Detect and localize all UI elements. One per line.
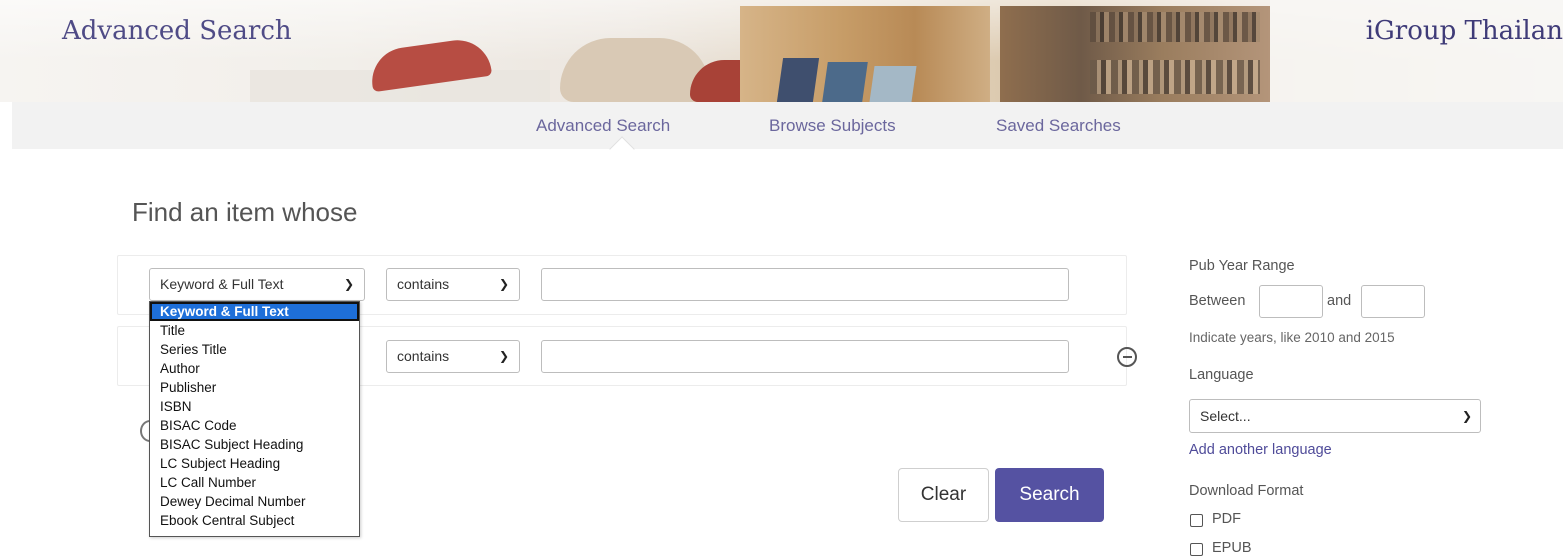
dropdown-option[interactable]: Publisher (150, 378, 359, 397)
page-title: Advanced Search (62, 16, 292, 46)
banner-books-image (1090, 60, 1260, 94)
dropdown-option[interactable]: BISAC Subject Heading (150, 435, 359, 454)
chevron-down-icon: ❯ (498, 277, 509, 291)
pdf-checkbox[interactable] (1190, 514, 1203, 527)
banner-magazine-image (869, 66, 917, 102)
operator-select[interactable]: contains ❯ (386, 268, 520, 301)
epub-checkbox[interactable] (1190, 543, 1203, 556)
chevron-down-icon: ❯ (498, 349, 509, 363)
field-select[interactable]: Keyword & Full Text ❯ (149, 268, 365, 301)
between-label: Between (1189, 293, 1246, 309)
operator-select-value: contains (397, 348, 450, 364)
language-select[interactable]: Select... ❯ (1189, 399, 1481, 433)
dropdown-option[interactable]: Ebook Central Subject (150, 511, 359, 530)
year-hint: Indicate years, like 2010 and 2015 (1189, 330, 1395, 345)
banner-books-image (1090, 12, 1260, 42)
download-format-label: Download Format (1189, 483, 1304, 499)
dropdown-option[interactable]: LC Call Number (150, 473, 359, 492)
language-label: Language (1189, 367, 1254, 383)
institution-name: iGroup Thailan (1365, 16, 1563, 46)
search-term-input[interactable] (541, 340, 1069, 373)
epub-label: EPUB (1212, 540, 1252, 556)
dropdown-option[interactable]: Author (150, 359, 359, 378)
dropdown-option[interactable]: Keyword & Full Text (150, 302, 359, 321)
chevron-down-icon: ❯ (343, 277, 354, 291)
dropdown-option[interactable]: BISAC Code (150, 416, 359, 435)
active-tab-indicator (609, 136, 635, 162)
search-term-input[interactable] (541, 268, 1069, 301)
chevron-down-icon: ❯ (1461, 409, 1472, 423)
operator-select-value: contains (397, 276, 450, 292)
year-from-input[interactable] (1259, 285, 1323, 318)
search-heading: Find an item whose (132, 197, 358, 227)
add-language-link[interactable]: Add another language (1189, 442, 1332, 458)
pub-year-label: Pub Year Range (1189, 258, 1295, 274)
and-label: and (1327, 293, 1352, 309)
dropdown-option[interactable]: LC Subject Heading (150, 454, 359, 473)
banner-shelf-image (740, 6, 990, 102)
language-select-value: Select... (1200, 408, 1251, 424)
tab-saved-searches[interactable]: Saved Searches (996, 116, 1121, 136)
field-select-value: Keyword & Full Text (160, 276, 284, 292)
operator-select[interactable]: contains ❯ (386, 340, 520, 373)
search-button[interactable]: Search (995, 468, 1104, 522)
banner-chair-image (560, 38, 710, 102)
tab-advanced-search[interactable]: Advanced Search (536, 116, 670, 136)
tab-browse-subjects[interactable]: Browse Subjects (769, 116, 896, 136)
banner-magazine-image (776, 58, 820, 102)
banner-magazine-image (822, 62, 868, 102)
year-to-input[interactable] (1361, 285, 1425, 318)
dropdown-option[interactable]: Title (150, 321, 359, 340)
clear-button[interactable]: Clear (898, 468, 989, 522)
nav-bar: Advanced Search Browse Subjects Saved Se… (12, 102, 1563, 162)
dropdown-option[interactable]: Dewey Decimal Number (150, 492, 359, 511)
dropdown-option[interactable]: Series Title (150, 340, 359, 359)
field-dropdown-list[interactable]: Keyword & Full Text Title Series Title A… (149, 301, 360, 537)
pdf-label: PDF (1212, 511, 1241, 527)
dropdown-option[interactable]: ISBN (150, 397, 359, 416)
header-banner: Advanced Search iGroup Thailan (0, 0, 1563, 102)
remove-row-icon[interactable] (1117, 347, 1137, 367)
